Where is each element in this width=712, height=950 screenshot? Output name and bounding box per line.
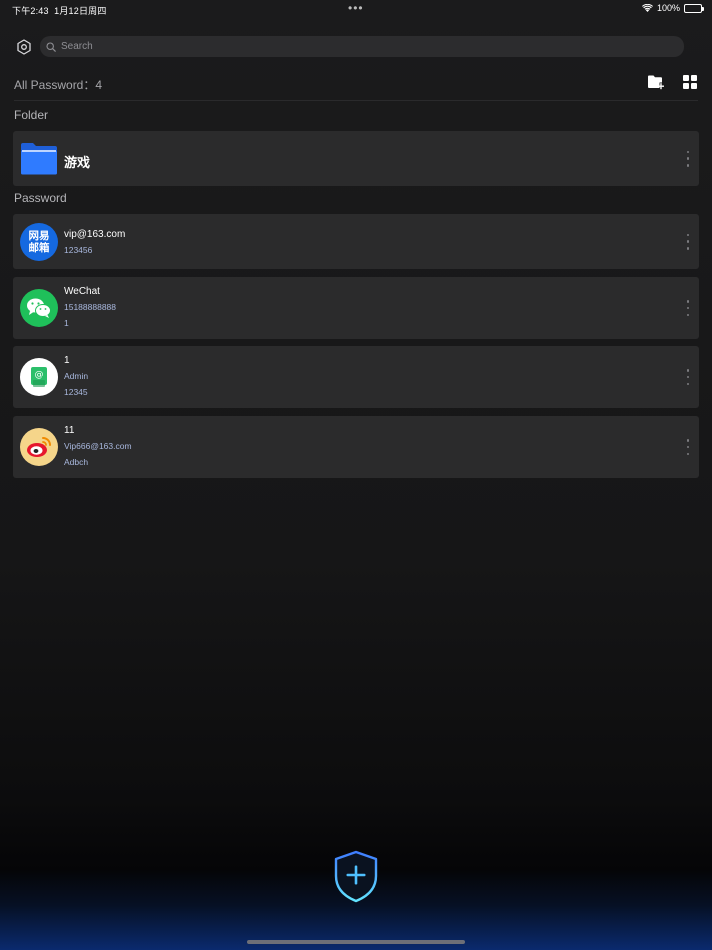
folder-add-icon [648,75,664,90]
app-screen: 下午2:43 1月12日周四 ••• 100% All Password：4 [0,0,712,950]
new-folder-button[interactable] [647,74,665,90]
shield-plus-icon [334,850,378,903]
item-password: 12345 [64,387,88,397]
status-right: 100% [641,3,704,13]
password-section-title: Password [14,191,67,205]
password-item-netease-mail[interactable]: 网易 邮箱 vip@163.com 123456 [13,214,699,269]
item-more-button[interactable] [683,298,693,318]
home-indicator[interactable] [247,940,465,944]
item-password: 123456 [64,245,93,255]
folder-section-title: Folder [14,108,49,122]
item-account: 15188888888 [64,302,117,312]
battery-icon [684,3,704,13]
folder-more-button[interactable] [683,149,693,169]
item-more-button[interactable] [683,437,693,457]
item-title: WeChat [64,286,100,297]
email-app-icon: @ [20,358,58,396]
settings-button[interactable] [14,37,34,57]
battery-percent: 100% [656,3,680,13]
item-more-button[interactable] [683,232,693,252]
item-title: vip@163.com [64,229,126,240]
status-bar: 下午2:43 1月12日周四 ••• 100% [0,0,712,18]
folder-icon [21,143,57,175]
password-item-1[interactable]: @ 1 Admin 12345 [13,346,699,408]
multitask-dots[interactable]: ••• [348,1,364,15]
password-item-wechat[interactable]: WeChat 15188888888 1 [13,277,699,339]
wifi-icon [641,4,653,12]
status-time: 下午2:43 1月12日周四 [12,6,107,16]
item-title: 11 [64,425,75,436]
item-password: Adbch [64,457,89,467]
divider [14,100,698,101]
svg-text:@: @ [35,370,44,380]
item-account: Vip666@163.com [64,441,132,451]
password-item-weibo[interactable]: 11 Vip666@163.com Adbch [13,416,699,478]
all-password-count: All Password：4 [14,78,103,92]
netease-mail-icon: 网易 邮箱 [20,222,58,261]
hexagon-settings-icon [17,39,31,55]
search-icon [46,41,56,52]
item-account: Admin [64,371,89,381]
grid-view-button[interactable] [683,75,697,89]
item-password: 1 [64,318,69,328]
item-title: 1 [64,355,70,366]
grid-icon [683,75,697,89]
weibo-icon [20,428,58,466]
folder-name: 游戏 [64,156,91,171]
item-more-button[interactable] [683,367,693,387]
folder-card[interactable]: 游戏 [13,131,699,186]
search-bar[interactable] [40,36,684,57]
search-input[interactable] [61,41,661,52]
wechat-icon [20,289,58,327]
add-password-button[interactable] [333,850,379,903]
